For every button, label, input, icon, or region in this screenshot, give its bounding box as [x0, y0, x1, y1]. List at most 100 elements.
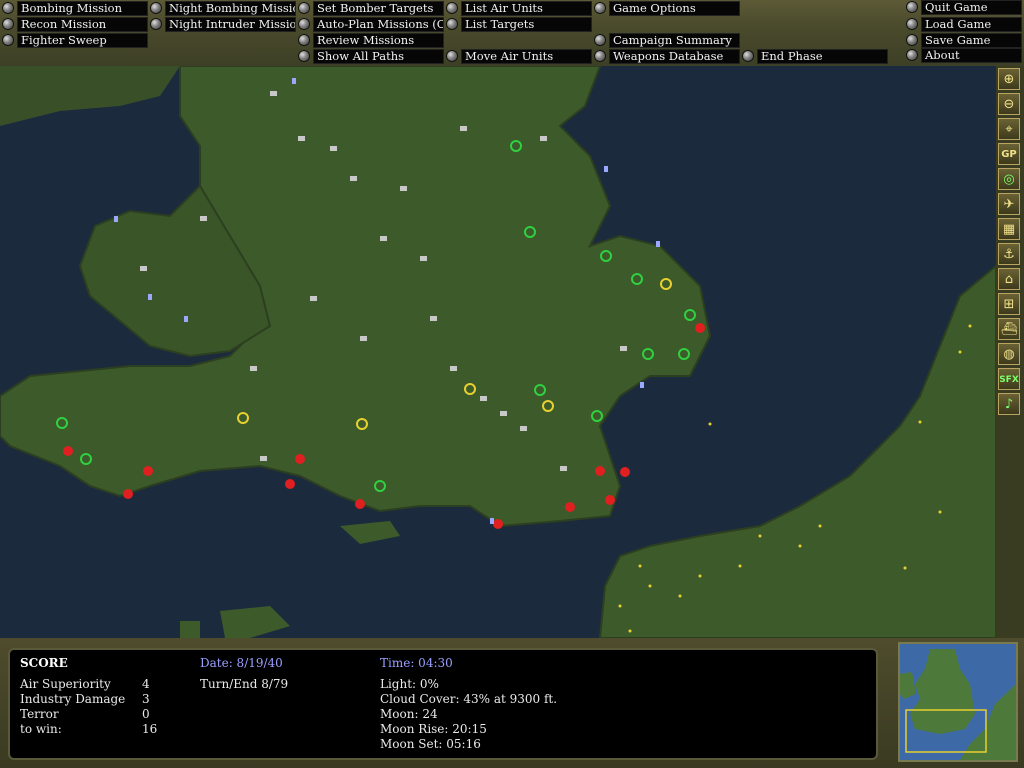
factory-marker — [480, 396, 487, 401]
end-phase-button[interactable]: End Phase — [740, 48, 888, 64]
zoom-in-icon[interactable]: ⊕ — [998, 68, 1020, 90]
factory-marker — [270, 91, 277, 96]
factory-icon[interactable]: ▦ — [998, 218, 1020, 240]
aircraft-icon[interactable]: ✈ — [998, 193, 1020, 215]
review-missions-button[interactable]: Review Missions — [296, 32, 444, 48]
anchor-marker — [604, 166, 608, 172]
factory-marker — [298, 136, 305, 141]
show-all-paths-button[interactable]: Show All Paths — [296, 48, 444, 64]
night-intruder-label: Night Intruder Mission — [165, 16, 296, 32]
radio-icon — [3, 3, 13, 13]
radio-icon — [151, 19, 161, 29]
minimap[interactable] — [898, 642, 1018, 762]
sfx-button[interactable]: SFX — [998, 368, 1020, 390]
campaign-map[interactable] — [0, 66, 996, 638]
ship-icon[interactable]: ⛴ — [998, 318, 1020, 340]
factory-marker — [200, 216, 207, 221]
aircraft-marker — [628, 629, 632, 633]
factory-marker — [360, 336, 367, 341]
factory-marker — [520, 426, 527, 431]
red-unit-marker — [493, 519, 503, 529]
aircraft-marker — [918, 420, 922, 424]
bank-icon[interactable]: ⊞ — [998, 293, 1020, 315]
gp-button[interactable]: GP — [998, 143, 1020, 165]
load-game-button[interactable]: Load Game — [904, 16, 1022, 32]
factory-marker — [420, 256, 427, 261]
moon-text: Moon: 24 — [380, 707, 438, 721]
radio-icon — [299, 3, 309, 13]
save-game-button[interactable]: Save Game — [904, 32, 1022, 48]
factory-marker — [620, 346, 627, 351]
red-unit-marker — [285, 479, 295, 489]
move-air-units-button[interactable]: Move Air Units — [444, 48, 592, 64]
factory-marker — [400, 186, 407, 191]
red-unit-marker — [620, 467, 630, 477]
radio-icon — [595, 3, 605, 13]
map-canvas[interactable] — [0, 66, 996, 638]
radio-icon — [595, 35, 605, 45]
factory-marker — [500, 411, 507, 416]
red-unit-marker — [595, 466, 605, 476]
list-air-units-button[interactable]: List Air Units — [444, 0, 592, 16]
fighter-sweep-button[interactable]: Fighter Sweep — [0, 32, 148, 48]
recon-mission-button[interactable]: Recon Mission — [0, 16, 148, 32]
minimap-canvas[interactable] — [900, 644, 1016, 760]
night-bombing-button[interactable]: Night Bombing Mission — [148, 0, 296, 16]
radio-icon — [299, 35, 309, 45]
status-panel: SCORE Air Superiority 4 Industry Damage … — [8, 648, 878, 760]
factory-marker — [450, 366, 457, 371]
target-icon[interactable]: ◎ — [998, 168, 1020, 190]
factory-marker — [260, 456, 267, 461]
map-toolbar: ⊕ ⊖ ⌖ GP ◎ ✈ ▦ ⚓ ⌂ ⊞ ⛴ ◍ SFX ♪ — [996, 66, 1024, 638]
weapons-database-label: Weapons Database — [609, 48, 740, 64]
aircraft-marker — [698, 574, 702, 578]
time-text: Time: 04:30 — [380, 656, 453, 670]
terror-label: Terror — [20, 707, 59, 721]
aircraft-marker — [938, 510, 942, 514]
night-intruder-button[interactable]: Night Intruder Mission — [148, 16, 296, 32]
terror-value: 0 — [142, 707, 150, 721]
music-note-icon[interactable]: ♪ — [998, 393, 1020, 415]
about-button[interactable]: About — [904, 47, 1022, 63]
bombing-mission-button[interactable]: Bombing Mission — [0, 0, 148, 16]
red-unit-marker — [295, 454, 305, 464]
building-icon[interactable]: ⌂ — [998, 268, 1020, 290]
campaign-summary-button[interactable]: Campaign Summary — [592, 32, 740, 48]
game-options-button[interactable]: Game Options — [592, 0, 740, 16]
radio-icon — [3, 19, 13, 29]
zoom-out-icon[interactable]: ⊖ — [998, 93, 1020, 115]
air-superiority-label: Air Superiority — [20, 677, 111, 691]
crosshair-icon[interactable]: ⌖ — [998, 118, 1020, 140]
factory-marker — [250, 366, 257, 371]
bottom-panel: SCORE Air Superiority 4 Industry Damage … — [0, 638, 1024, 768]
to-win-label: to win: — [20, 722, 62, 736]
radio-icon — [299, 51, 309, 61]
night-bombing-label: Night Bombing Mission — [165, 0, 296, 16]
quit-game-button[interactable]: Quit Game — [904, 0, 1022, 15]
anchor-marker — [292, 78, 296, 84]
top-menu-bar: Bombing Mission Recon Mission Fighter Sw… — [0, 0, 1024, 66]
factory-marker — [350, 176, 357, 181]
review-missions-label: Review Missions — [313, 32, 444, 48]
aircraft-marker — [638, 564, 642, 568]
about-label: About — [921, 47, 1022, 63]
set-bomber-targets-button[interactable]: Set Bomber Targets — [296, 0, 444, 16]
anchor-marker — [656, 241, 660, 247]
compass-icon[interactable]: ◍ — [998, 343, 1020, 365]
moon-set-text: Moon Set: 05:16 — [380, 737, 481, 751]
aircraft-marker — [903, 566, 907, 570]
coastal-islet — [180, 621, 200, 638]
date-text: Date: 8/19/40 — [200, 656, 283, 670]
anchor-icon[interactable]: ⚓ — [998, 243, 1020, 265]
factory-marker — [330, 146, 337, 151]
auto-plan-button[interactable]: Auto-Plan Missions (Off) — [296, 16, 444, 32]
factory-marker — [560, 466, 567, 471]
industry-damage-label: Industry Damage — [20, 692, 126, 706]
red-unit-marker — [63, 446, 73, 456]
factory-marker — [430, 316, 437, 321]
list-targets-button[interactable]: List Targets — [444, 16, 592, 32]
light-text: Light: 0% — [380, 677, 439, 691]
weapons-database-button[interactable]: Weapons Database — [592, 48, 740, 64]
radio-icon — [447, 51, 457, 61]
radio-icon — [3, 35, 13, 45]
